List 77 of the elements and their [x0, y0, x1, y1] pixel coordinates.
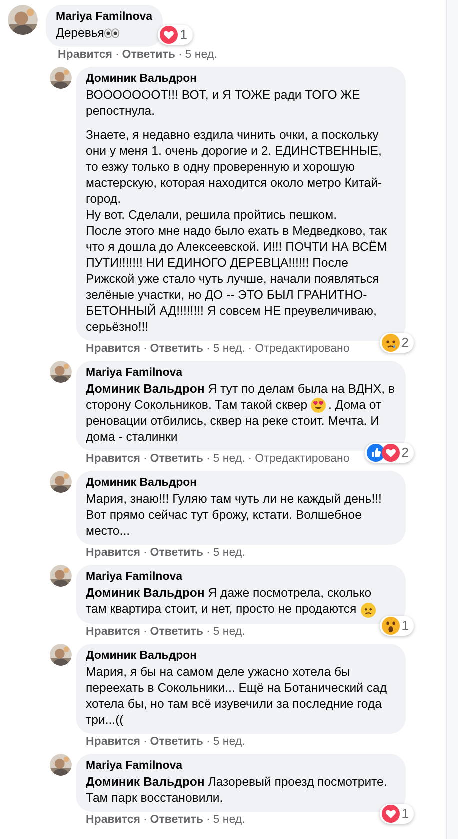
heart-reaction-icon [382, 804, 400, 822]
comment-text: ВОООООООТ!!! ВОТ, и Я ТОЖЕ ради ТОГО ЖЕ репостнула. [86, 88, 360, 118]
separator: · [143, 452, 148, 468]
comment-text: сторону Сокольников. Там такой сквер [86, 398, 308, 412]
sad-face-icon [360, 602, 376, 618]
separator: · [178, 48, 182, 63]
crying-face-icon [382, 334, 400, 352]
reply-link[interactable]: Ответить [150, 624, 204, 640]
reply-link[interactable]: Ответить [122, 48, 176, 63]
reaction-badge[interactable]: 1 [380, 804, 414, 824]
comment-text: реновации отбились, сквер на реке стоит. Мечта. И дома - сталинки [86, 414, 380, 444]
comment-text: Мария, я бы на самом деле ужасно хотела бы переехать в Сокольники... Ещё на Ботанический сад хотела бы, но там всё изувечили за последние года три...(( [86, 664, 388, 726]
heart-reaction-icon [382, 444, 400, 462]
comment-text: Мария, знаю!!! Гуляю там чуть ли не каждый день!!! Вот прямо сейчас тут брожу, кстати. Волшебное место... [86, 492, 382, 538]
author-name[interactable]: Доминик Вальдрон [86, 71, 396, 87]
comment-time[interactable]: 5 нед. [213, 546, 246, 562]
like-link[interactable]: Нравится [86, 452, 140, 468]
comment-time[interactable]: 5 нед. [213, 734, 246, 750]
reaction-badge[interactable]: 2 [380, 333, 414, 353]
reaction-count: 2 [402, 444, 410, 462]
reaction-count: 1 [402, 616, 410, 634]
comment-time[interactable]: 5 нед. [213, 452, 246, 468]
comment-time[interactable]: 5 нед. [213, 342, 246, 357]
like-link[interactable]: Нравится [86, 624, 140, 640]
reply-link[interactable]: Ответить [150, 546, 204, 562]
separator: · [248, 342, 252, 357]
reaction-badge[interactable]: 2 [364, 443, 414, 464]
separator: · [206, 546, 210, 562]
author-name[interactable]: Mariya Familnova [86, 758, 396, 774]
comment-time[interactable]: 5 нед. [213, 624, 246, 640]
reaction-badge[interactable]: 1 [380, 616, 414, 636]
reaction-count: 1 [402, 804, 410, 822]
author-name[interactable]: Mariya Familnova [86, 569, 396, 586]
comment-time[interactable]: 5 нед. [185, 48, 218, 63]
heart-eyes-icon [310, 398, 326, 414]
like-link[interactable]: Нравится [86, 734, 140, 750]
author-name[interactable]: Доминик Вальдрон [86, 475, 396, 492]
separator: · [143, 734, 148, 750]
separator: · [206, 624, 210, 640]
comment-text: Знаете, я недавно ездила чинить очки, а поскольку они у меня 1. очень дорогие и 2. ЕДИНСТВЕННЫЕ, то езжу только в одну проверенную и хорошую мастерскую, которая находится около метро Китай-город. Ну вот. Сделали, решила пройтись пешком. После этого мне надо было ехать в Медведково, так что я дошла до Алексеевской. И!!! ПОЧТИ НА ВСЁМ ПУТИ!!!!!!! НИ ЕДИНОГО ДЕРЕВЦА!!!!!! После Рижской уже стало чуть лучше, начали появляться зелёные участки, но ДО -- ЭТО БЫЛ ГРАНИТНО-БЕТОННЫЙ АД!!!!!!!! Я совсем НЕ преувеличиваю, серьёзно!!! [86, 128, 388, 334]
surprised-face-icon [382, 616, 400, 634]
separator: · [143, 812, 148, 828]
heart-reaction-icon [160, 26, 178, 44]
like-link[interactable]: Нравится [86, 546, 140, 562]
author-name[interactable]: Доминик Вальдрон [86, 648, 396, 664]
reply-link[interactable]: Ответить [150, 342, 204, 357]
reaction-count: 2 [402, 334, 410, 352]
comment-text: Деревья [56, 26, 104, 40]
comment-text: Доминик Вальдрон Лазоревый проезд посмотрите. Там парк восстановили. [86, 774, 388, 804]
separator: · [206, 734, 210, 750]
separator: · [248, 452, 252, 468]
separator: · [143, 546, 148, 562]
edited-label: Отредактировано [255, 342, 350, 357]
comment-text: там квартира стоит, и нет, просто не продаются [86, 602, 357, 616]
reply-link[interactable]: Ответить [150, 812, 204, 828]
comment-text: Доминик Вальдрон Я даже посмотрела, сколько [86, 586, 372, 600]
author-name[interactable]: Mariya Familnova [56, 9, 153, 25]
author-name[interactable]: Mariya Familnova [86, 365, 396, 381]
like-link[interactable]: Нравится [58, 48, 112, 63]
thumbs-up-icon [366, 444, 385, 462]
separator: · [143, 342, 148, 357]
reply-link[interactable]: Ответить [150, 734, 204, 750]
separator: · [206, 812, 210, 828]
separator: · [206, 342, 210, 357]
comment-text: Доминик Вальдрон Я тут по делам была на ВДНХ, в [86, 382, 395, 396]
reaction-badge[interactable]: 1 [158, 25, 193, 45]
comment-time[interactable]: 5 нед. [213, 812, 246, 828]
comment-text: . Дома от [328, 398, 382, 412]
like-link[interactable]: Нравится [86, 812, 140, 828]
reply-link[interactable]: Ответить [150, 452, 204, 468]
reaction-count: 1 [180, 26, 189, 44]
eyes-icon [104, 28, 120, 40]
edited-label: Отредактировано [255, 452, 350, 468]
separator: · [143, 624, 148, 640]
like-link[interactable]: Нравится [86, 342, 140, 357]
separator: · [206, 452, 210, 468]
separator: · [115, 48, 120, 63]
